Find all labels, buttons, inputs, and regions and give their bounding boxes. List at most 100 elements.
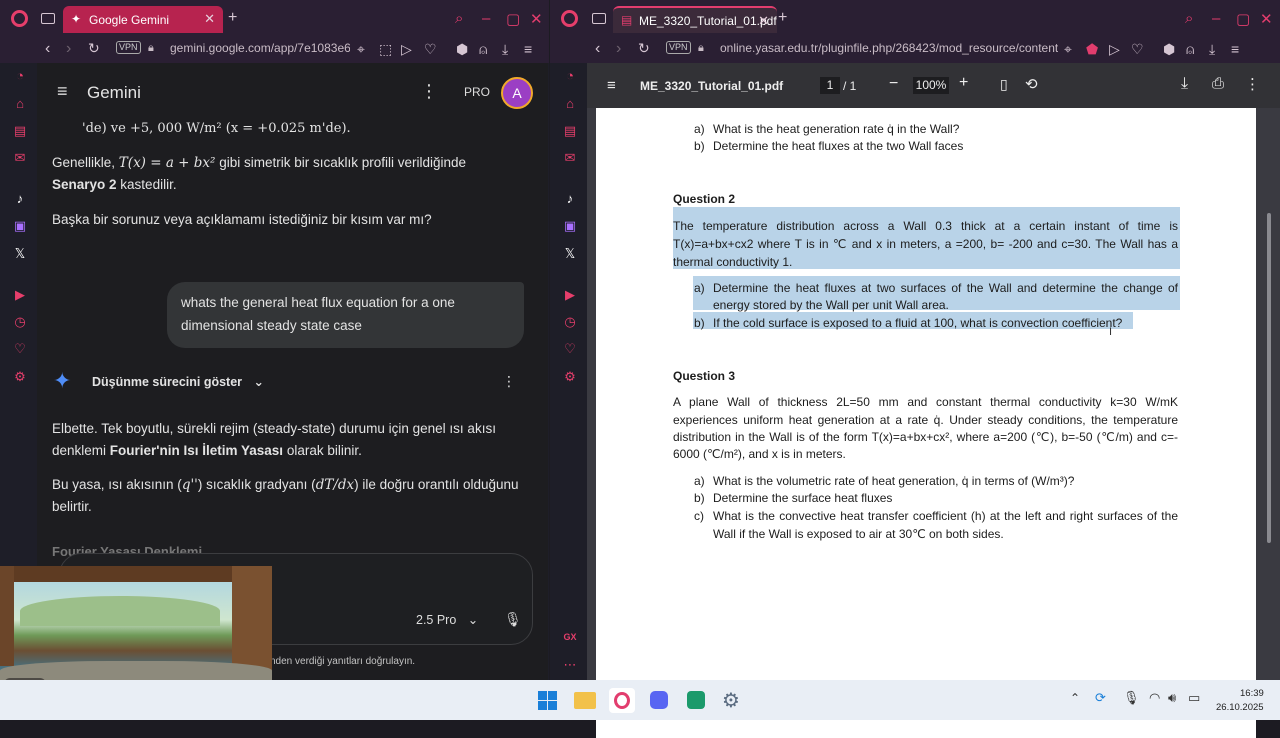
file-explorer-icon[interactable] <box>574 692 596 709</box>
opera-gx-taskbar-icon[interactable] <box>609 688 635 713</box>
tab-overview-icon[interactable] <box>592 13 606 24</box>
more-options-icon[interactable]: ⋮ <box>420 81 438 102</box>
profile-icon[interactable]: ⍝ <box>479 41 487 58</box>
response-options-icon[interactable]: ⋮ <box>502 373 516 390</box>
url-text[interactable]: online.yasar.edu.tr/pluginfile.php/26842… <box>720 41 1058 55</box>
new-tab-button[interactable]: + <box>228 9 237 27</box>
history-icon[interactable]: ◷ <box>11 313 29 331</box>
tiktok-icon[interactable]: ♪ <box>11 190 29 208</box>
send-icon[interactable]: ▷ <box>1109 41 1120 58</box>
clock-time[interactable]: 16:39 <box>1240 688 1264 699</box>
pin-icon[interactable]: ⌖ <box>357 41 365 58</box>
mic-tray-icon[interactable]: 🎙︎ <box>1123 690 1140 706</box>
zoom-in-button[interactable]: + <box>959 74 968 92</box>
more-icon[interactable]: ⋯ <box>561 656 579 674</box>
battery-icon[interactable]: ▭ <box>1188 690 1200 706</box>
settings-icon[interactable]: ⚙ <box>561 368 579 386</box>
send-icon[interactable]: ▷ <box>401 41 412 58</box>
tab-pdf[interactable]: ▤ ME_3320_Tutorial_01.pdf ✕ <box>613 6 777 33</box>
x-icon[interactable]: 𝕏 <box>11 245 29 263</box>
mail-icon[interactable]: ✉ <box>11 149 29 167</box>
back-icon[interactable]: ‹ <box>45 40 50 58</box>
pdf-scrollbar[interactable] <box>1267 213 1271 543</box>
gx-icon[interactable]: GX <box>561 628 579 646</box>
print-icon[interactable]: ⎙ <box>1212 75 1224 92</box>
clock-date[interactable]: 26.10.2025 <box>1216 702 1264 713</box>
heart-icon[interactable]: ♡ <box>424 41 437 58</box>
profile-icon[interactable]: ⍝ <box>1186 41 1194 58</box>
bookmarks-icon[interactable]: ♡ <box>561 340 579 358</box>
new-tab-button[interactable]: + <box>778 9 787 27</box>
maximize-icon[interactable]: ▢ <box>506 10 520 28</box>
menu-icon[interactable]: ≡ <box>1231 41 1239 57</box>
sidebar-toggle-icon[interactable]: ≡ <box>607 77 616 94</box>
settings-gear-icon[interactable]: ⚙ <box>722 688 740 713</box>
reload-icon[interactable]: ↻ <box>88 40 100 57</box>
zoom-out-button[interactable]: − <box>889 75 898 93</box>
reload-icon[interactable]: ↻ <box>638 40 650 57</box>
wallet-icon[interactable]: ▤ <box>561 122 579 140</box>
x-icon[interactable]: 𝕏 <box>561 245 579 263</box>
discord-icon[interactable] <box>650 691 668 709</box>
forward-icon[interactable]: › <box>616 40 621 58</box>
aria-icon[interactable]: ◔ <box>11 67 29 85</box>
rotate-icon[interactable]: ⟲ <box>1025 75 1038 93</box>
aria-icon[interactable]: ◔ <box>561 67 579 85</box>
heart-icon[interactable]: ♡ <box>1131 41 1144 58</box>
player-icon[interactable]: ▶ <box>561 286 579 304</box>
twitch-icon[interactable]: ▣ <box>561 217 579 235</box>
bookmarks-icon[interactable]: ♡ <box>11 340 29 358</box>
tab-overview-icon[interactable] <box>41 13 55 24</box>
url-text[interactable]: gemini.google.com/app/7e1083e6: <box>170 41 350 55</box>
pdf-more-icon[interactable]: ⋮ <box>1245 75 1260 93</box>
close-tab-icon[interactable]: ✕ <box>204 11 215 27</box>
pin-icon[interactable]: ⌖ <box>1064 41 1072 58</box>
extensions-icon[interactable]: ⬢ <box>456 41 468 58</box>
minimize-icon[interactable]: – <box>1212 10 1220 27</box>
vpn-badge[interactable]: VPN <box>116 41 141 54</box>
extensions-icon[interactable]: ⬢ <box>1163 41 1175 58</box>
shopping-icon[interactable]: ⌂ <box>11 95 29 113</box>
shopping-icon[interactable]: ⌂ <box>561 95 579 113</box>
close-window-icon[interactable]: ✕ <box>1260 10 1273 28</box>
vpn-badge[interactable]: VPN <box>666 41 691 54</box>
forward-icon[interactable]: › <box>66 40 71 58</box>
zoom-level-input[interactable]: 100% <box>913 77 949 94</box>
page-number-input[interactable]: 1 <box>820 77 840 94</box>
opera-menu-icon[interactable] <box>561 10 578 27</box>
volume-icon[interactable]: 🔊︎ <box>1168 690 1176 706</box>
model-selector[interactable]: 2.5 Pro ⌄ <box>416 612 478 627</box>
download-icon[interactable]: ⤓ <box>1209 41 1215 58</box>
mail-icon[interactable]: ✉ <box>561 149 579 167</box>
maximize-icon[interactable]: ▢ <box>1236 10 1250 28</box>
start-icon[interactable] <box>538 691 557 710</box>
settings-icon[interactable]: ⚙ <box>11 368 29 386</box>
android-app-icon[interactable] <box>687 691 705 709</box>
tiktok-icon[interactable]: ♪ <box>561 190 579 208</box>
opera-menu-icon[interactable] <box>11 10 28 27</box>
gemini-menu-icon[interactable]: ≡ <box>57 81 68 102</box>
tray-chevron-icon[interactable]: ⌃ <box>1070 691 1080 705</box>
snapshot-icon[interactable]: ⬚ <box>379 41 392 58</box>
search-tabs-icon[interactable]: ⌕ <box>455 10 463 27</box>
minimize-icon[interactable]: – <box>482 10 490 27</box>
show-thinking-button[interactable]: Düşünme sürecini göster ⌄ <box>92 374 264 389</box>
menu-icon[interactable]: ≡ <box>524 41 532 57</box>
tab-google-gemini[interactable]: ✦ Google Gemini ✕ <box>63 6 223 33</box>
back-icon[interactable]: ‹ <box>595 40 600 58</box>
pdf-download-icon[interactable]: ⤓ <box>1181 75 1188 93</box>
twitch-icon[interactable]: ▣ <box>11 217 29 235</box>
close-tab-icon[interactable]: ✕ <box>758 13 769 29</box>
history-icon[interactable]: ◷ <box>561 313 579 331</box>
wifi-icon[interactable]: ◠ <box>1149 690 1160 706</box>
wallet-icon[interactable]: ▤ <box>11 122 29 140</box>
sync-icon[interactable]: ⟳ <box>1095 690 1106 706</box>
microphone-icon[interactable]: 🎙︎ <box>504 611 522 628</box>
adblock-icon[interactable]: ⬟ <box>1086 41 1098 58</box>
player-icon[interactable]: ▶ <box>11 286 29 304</box>
fit-page-icon[interactable]: ▯ <box>1000 76 1008 93</box>
close-window-icon[interactable]: ✕ <box>530 10 543 28</box>
search-tabs-icon[interactable]: ⌕ <box>1185 10 1193 27</box>
avatar[interactable]: A <box>501 77 533 109</box>
download-icon[interactable]: ⤓ <box>502 41 508 58</box>
